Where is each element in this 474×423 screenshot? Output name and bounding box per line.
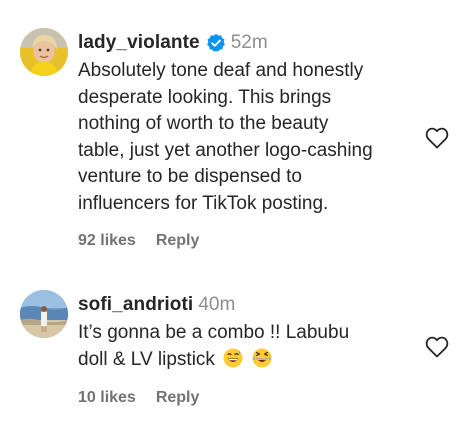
laughing-tears-emoji-icon bbox=[252, 348, 272, 368]
comment-line: nothing of worth to the beauty bbox=[78, 113, 329, 134]
heart-outline-icon[interactable] bbox=[425, 127, 449, 149]
profile-photo-icon bbox=[20, 28, 68, 76]
comment-line-with-emoji: doll & LV lipstick bbox=[78, 347, 418, 374]
comment-header: lady_violante 52m bbox=[78, 30, 418, 56]
comment-line: doll & LV lipstick bbox=[78, 348, 215, 370]
timestamp: 40m bbox=[198, 294, 236, 315]
timestamp: 52m bbox=[230, 32, 268, 53]
comment-meta: 10 likes Reply bbox=[78, 389, 418, 407]
comment-text: It’s gonna be a combo !! Labubu doll & L… bbox=[78, 320, 418, 373]
comment-item: sofi_andrioti 40m It’s gonna be a combo … bbox=[0, 270, 474, 423]
comment-line: Absolutely tone deaf and honestly bbox=[78, 60, 364, 81]
reply-button[interactable]: Reply bbox=[156, 232, 200, 250]
comment-line: It’s gonna be a combo !! Labubu bbox=[78, 322, 350, 343]
like-count[interactable]: 10 likes bbox=[78, 389, 136, 407]
avatar[interactable] bbox=[20, 28, 68, 76]
profile-photo-icon bbox=[20, 290, 68, 338]
comment-line: table, just yet another logo-cashing bbox=[78, 139, 373, 161]
comment-meta: 92 likes Reply bbox=[78, 232, 418, 250]
heart-outline-icon[interactable] bbox=[425, 336, 449, 358]
comment-line: desperate looking. This brings bbox=[78, 86, 332, 108]
username[interactable]: lady_violante bbox=[78, 32, 200, 54]
grinning-sweat-emoji-icon bbox=[223, 348, 243, 368]
comment-line: venture to be dispensed to bbox=[78, 166, 302, 187]
avatar[interactable] bbox=[20, 290, 68, 338]
comment-header: sofi_andrioti 40m bbox=[78, 292, 418, 318]
verified-badge-icon bbox=[206, 33, 226, 53]
reply-button[interactable]: Reply bbox=[156, 389, 200, 407]
comment-text: Absolutely tone deaf and honestly desper… bbox=[78, 58, 418, 217]
like-count[interactable]: 92 likes bbox=[78, 232, 136, 250]
username[interactable]: sofi_andrioti bbox=[78, 294, 193, 316]
comment-line: influencers for TikTok posting. bbox=[78, 192, 329, 214]
comment-item: lady_violante 52m Absolutely tone deaf a… bbox=[0, 0, 474, 270]
